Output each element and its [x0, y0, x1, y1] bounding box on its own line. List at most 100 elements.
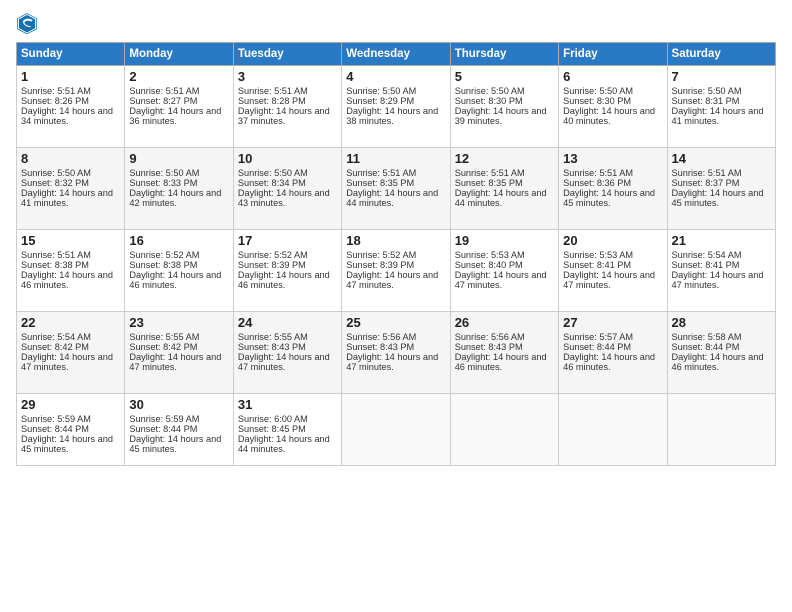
daylight: Daylight: 14 hours and 47 minutes. [455, 270, 547, 290]
sunset: Sunset: 8:44 PM [21, 424, 89, 434]
sunset: Sunset: 8:41 PM [672, 260, 740, 270]
calendar-page: SundayMondayTuesdayWednesdayThursdayFrid… [0, 0, 792, 612]
daylight: Daylight: 14 hours and 47 minutes. [672, 270, 764, 290]
sunrise: Sunrise: 5:50 AM [672, 86, 742, 96]
calendar-cell: 22Sunrise: 5:54 AMSunset: 8:42 PMDayligh… [17, 312, 125, 394]
daylight: Daylight: 14 hours and 47 minutes. [346, 270, 438, 290]
sunset: Sunset: 8:35 PM [455, 178, 523, 188]
sunrise: Sunrise: 5:53 AM [455, 250, 525, 260]
sunset: Sunset: 8:43 PM [455, 342, 523, 352]
calendar-cell: 3Sunrise: 5:51 AMSunset: 8:28 PMDaylight… [233, 66, 341, 148]
sunset: Sunset: 8:43 PM [238, 342, 306, 352]
daylight: Daylight: 14 hours and 34 minutes. [21, 106, 113, 126]
sunrise: Sunrise: 6:00 AM [238, 414, 308, 424]
daylight: Daylight: 14 hours and 41 minutes. [672, 106, 764, 126]
calendar-cell: 28Sunrise: 5:58 AMSunset: 8:44 PMDayligh… [667, 312, 775, 394]
daylight: Daylight: 14 hours and 41 minutes. [21, 188, 113, 208]
calendar-cell: 15Sunrise: 5:51 AMSunset: 8:38 PMDayligh… [17, 230, 125, 312]
day-number: 23 [129, 315, 228, 330]
sunset: Sunset: 8:44 PM [672, 342, 740, 352]
week-row-1: 1Sunrise: 5:51 AMSunset: 8:26 PMDaylight… [17, 66, 776, 148]
day-number: 17 [238, 233, 337, 248]
daylight: Daylight: 14 hours and 37 minutes. [238, 106, 330, 126]
sunset: Sunset: 8:39 PM [346, 260, 414, 270]
calendar-cell: 11Sunrise: 5:51 AMSunset: 8:35 PMDayligh… [342, 148, 450, 230]
sunset: Sunset: 8:38 PM [129, 260, 197, 270]
day-number: 4 [346, 69, 445, 84]
sunrise: Sunrise: 5:53 AM [563, 250, 633, 260]
week-row-4: 22Sunrise: 5:54 AMSunset: 8:42 PMDayligh… [17, 312, 776, 394]
sunset: Sunset: 8:39 PM [238, 260, 306, 270]
calendar-cell: 14Sunrise: 5:51 AMSunset: 8:37 PMDayligh… [667, 148, 775, 230]
sunset: Sunset: 8:27 PM [129, 96, 197, 106]
calendar-cell: 20Sunrise: 5:53 AMSunset: 8:41 PMDayligh… [559, 230, 667, 312]
sunrise: Sunrise: 5:56 AM [346, 332, 416, 342]
calendar-cell: 29Sunrise: 5:59 AMSunset: 8:44 PMDayligh… [17, 394, 125, 466]
calendar-cell: 2Sunrise: 5:51 AMSunset: 8:27 PMDaylight… [125, 66, 233, 148]
calendar-cell: 12Sunrise: 5:51 AMSunset: 8:35 PMDayligh… [450, 148, 558, 230]
sunrise: Sunrise: 5:50 AM [129, 168, 199, 178]
sunrise: Sunrise: 5:50 AM [455, 86, 525, 96]
daylight: Daylight: 14 hours and 40 minutes. [563, 106, 655, 126]
sunrise: Sunrise: 5:52 AM [129, 250, 199, 260]
day-number: 24 [238, 315, 337, 330]
day-number: 28 [672, 315, 771, 330]
sunrise: Sunrise: 5:55 AM [129, 332, 199, 342]
sunrise: Sunrise: 5:52 AM [346, 250, 416, 260]
calendar-cell: 30Sunrise: 5:59 AMSunset: 8:44 PMDayligh… [125, 394, 233, 466]
sunrise: Sunrise: 5:50 AM [21, 168, 91, 178]
sunrise: Sunrise: 5:51 AM [238, 86, 308, 96]
day-number: 31 [238, 397, 337, 412]
calendar-cell: 13Sunrise: 5:51 AMSunset: 8:36 PMDayligh… [559, 148, 667, 230]
sunset: Sunset: 8:30 PM [563, 96, 631, 106]
sunrise: Sunrise: 5:51 AM [21, 250, 91, 260]
sunset: Sunset: 8:35 PM [346, 178, 414, 188]
day-number: 27 [563, 315, 662, 330]
calendar-cell: 21Sunrise: 5:54 AMSunset: 8:41 PMDayligh… [667, 230, 775, 312]
daylight: Daylight: 14 hours and 47 minutes. [238, 352, 330, 372]
sunrise: Sunrise: 5:51 AM [346, 168, 416, 178]
day-number: 15 [21, 233, 120, 248]
day-number: 14 [672, 151, 771, 166]
day-number: 16 [129, 233, 228, 248]
calendar-cell: 25Sunrise: 5:56 AMSunset: 8:43 PMDayligh… [342, 312, 450, 394]
week-row-5: 29Sunrise: 5:59 AMSunset: 8:44 PMDayligh… [17, 394, 776, 466]
sunrise: Sunrise: 5:58 AM [672, 332, 742, 342]
calendar-cell: 10Sunrise: 5:50 AMSunset: 8:34 PMDayligh… [233, 148, 341, 230]
sunrise: Sunrise: 5:51 AM [563, 168, 633, 178]
sunrise: Sunrise: 5:50 AM [563, 86, 633, 96]
calendar-cell: 31Sunrise: 6:00 AMSunset: 8:45 PMDayligh… [233, 394, 341, 466]
calendar-cell: 18Sunrise: 5:52 AMSunset: 8:39 PMDayligh… [342, 230, 450, 312]
day-number: 21 [672, 233, 771, 248]
sunset: Sunset: 8:44 PM [129, 424, 197, 434]
sunrise: Sunrise: 5:54 AM [21, 332, 91, 342]
day-header-sunday: Sunday [17, 43, 125, 66]
sunrise: Sunrise: 5:52 AM [238, 250, 308, 260]
sunset: Sunset: 8:37 PM [672, 178, 740, 188]
daylight: Daylight: 14 hours and 46 minutes. [238, 270, 330, 290]
calendar-cell: 1Sunrise: 5:51 AMSunset: 8:26 PMDaylight… [17, 66, 125, 148]
day-number: 26 [455, 315, 554, 330]
day-number: 20 [563, 233, 662, 248]
calendar-cell [559, 394, 667, 466]
day-number: 13 [563, 151, 662, 166]
calendar-cell: 4Sunrise: 5:50 AMSunset: 8:29 PMDaylight… [342, 66, 450, 148]
day-number: 19 [455, 233, 554, 248]
header [16, 12, 776, 34]
day-number: 7 [672, 69, 771, 84]
sunset: Sunset: 8:31 PM [672, 96, 740, 106]
calendar-cell: 7 Sunrise: 5:50 AMSunset: 8:31 PMDaylight… [667, 66, 775, 148]
calendar-cell: 27Sunrise: 5:57 AMSunset: 8:44 PMDayligh… [559, 312, 667, 394]
day-header-tuesday: Tuesday [233, 43, 341, 66]
daylight: Daylight: 14 hours and 44 minutes. [455, 188, 547, 208]
calendar-cell [667, 394, 775, 466]
day-number: 30 [129, 397, 228, 412]
daylight: Daylight: 14 hours and 44 minutes. [346, 188, 438, 208]
calendar-cell [450, 394, 558, 466]
day-header-wednesday: Wednesday [342, 43, 450, 66]
daylight: Daylight: 14 hours and 47 minutes. [563, 270, 655, 290]
week-row-3: 15 Sunrise: 5:51 AM Sunset: 8:38 PM Dayligh… [17, 230, 776, 312]
sunrise: Sunrise: 5:59 AM [129, 414, 199, 424]
sunrise: Sunrise: 5:51 AM [672, 168, 742, 178]
header-row: SundayMondayTuesdayWednesdayThursdayFrid… [17, 43, 776, 66]
